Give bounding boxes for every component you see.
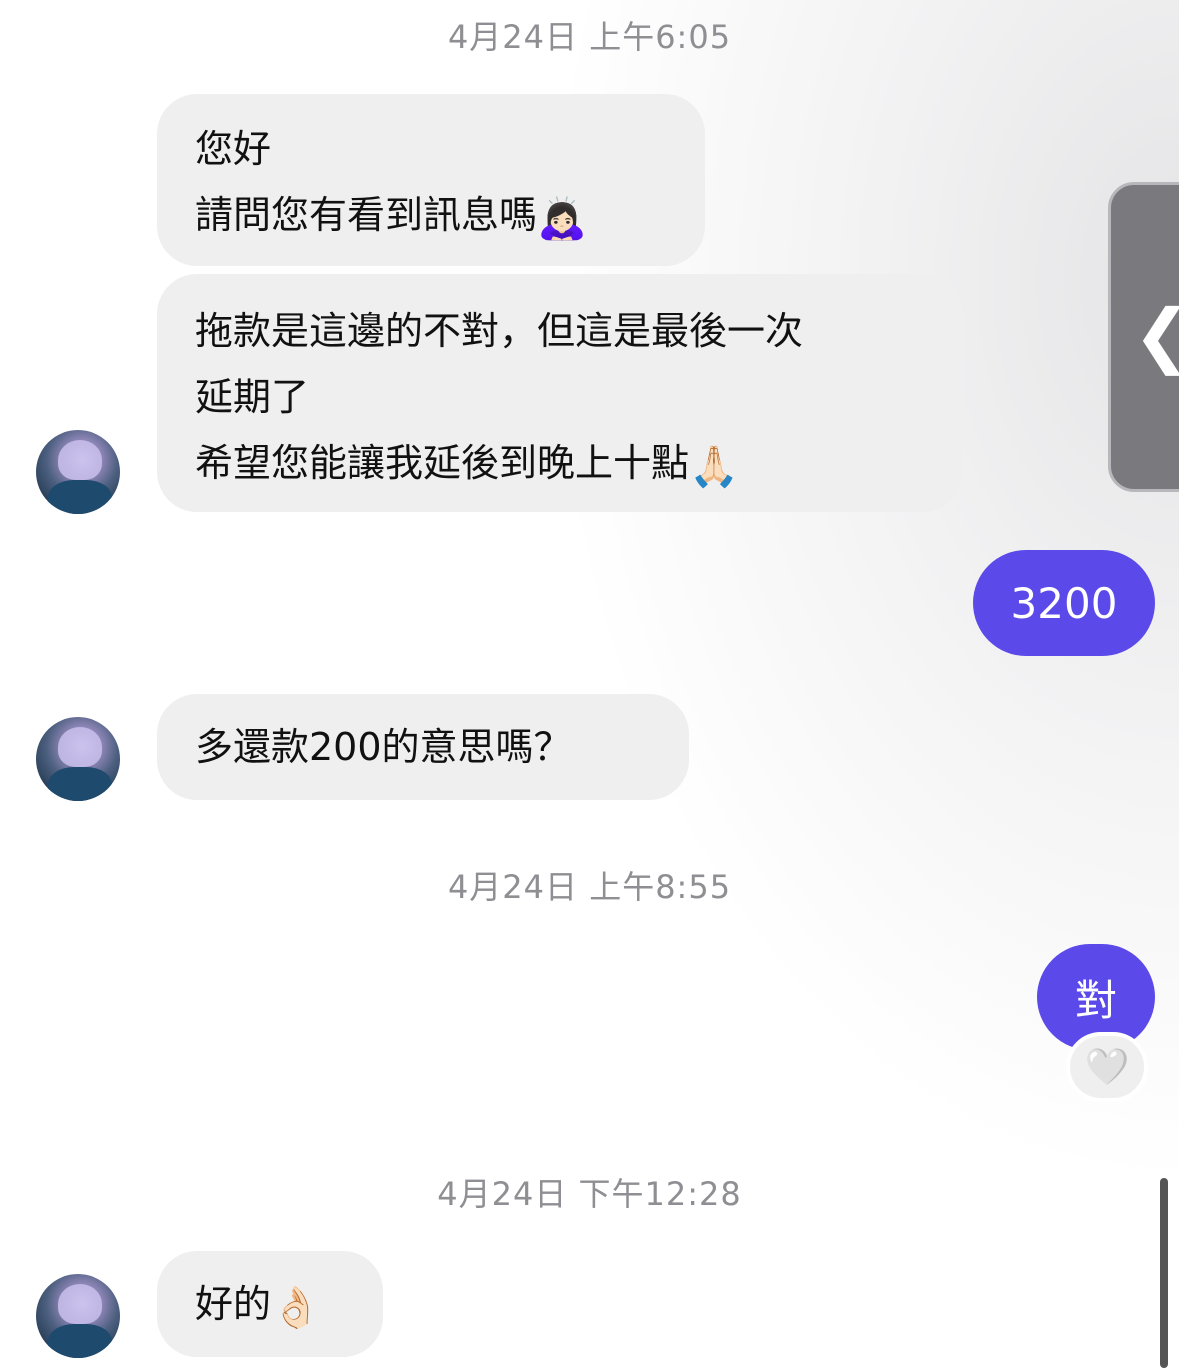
ok-hand-emoji: 👌🏻: [271, 1285, 321, 1331]
avatar-hair: [58, 1284, 102, 1324]
avatar[interactable]: [36, 1274, 120, 1358]
scrollbar[interactable]: [1160, 1178, 1168, 1368]
avatar-hair: [58, 440, 102, 480]
message-line: 延期了: [195, 375, 310, 419]
chevron-left-icon: ❮: [1133, 300, 1179, 370]
timestamp: 4月24日 下午12:28: [437, 1175, 742, 1213]
heart-reaction[interactable]: 🤍: [1066, 1032, 1148, 1102]
message-line: 拖款是這邊的不對，但這是最後一次: [195, 309, 804, 353]
incoming-message[interactable]: 好的👌🏻: [157, 1251, 383, 1357]
incoming-message[interactable]: 多還款200的意思嗎？: [157, 694, 689, 800]
avatar-body: [48, 1324, 112, 1358]
incoming-message[interactable]: 您好 請問您有看到訊息嗎🙇🏻‍♀️: [157, 94, 705, 266]
message-line: 您好: [195, 127, 272, 171]
heart-icon: 🤍: [1084, 1047, 1130, 1088]
folded-hands-emoji: 🙏🏻: [689, 444, 739, 490]
message-line: 請問您有看到訊息嗎🙇🏻‍♀️: [195, 193, 587, 242]
avatar[interactable]: [36, 717, 120, 801]
message-line: 希望您能讓我延後到晚上十點🙏🏻: [195, 441, 739, 490]
avatar[interactable]: [36, 430, 120, 514]
incoming-message[interactable]: 拖款是這邊的不對，但這是最後一次 延期了 希望您能讓我延後到晚上十點🙏🏻: [157, 274, 963, 512]
message-line: 多還款200的意思嗎？: [195, 725, 572, 769]
outgoing-message[interactable]: 3200: [973, 550, 1155, 656]
message-line: 好的👌🏻: [195, 1282, 321, 1331]
side-panel-handle[interactable]: ❮: [1108, 182, 1179, 492]
timestamp: 4月24日 上午6:05: [447, 18, 732, 56]
bowing-woman-emoji: 🙇🏻‍♀️: [537, 196, 587, 242]
avatar-body: [48, 480, 112, 514]
timestamp: 4月24日 上午8:55: [447, 868, 732, 906]
avatar-body: [48, 767, 112, 801]
avatar-hair: [58, 727, 102, 767]
